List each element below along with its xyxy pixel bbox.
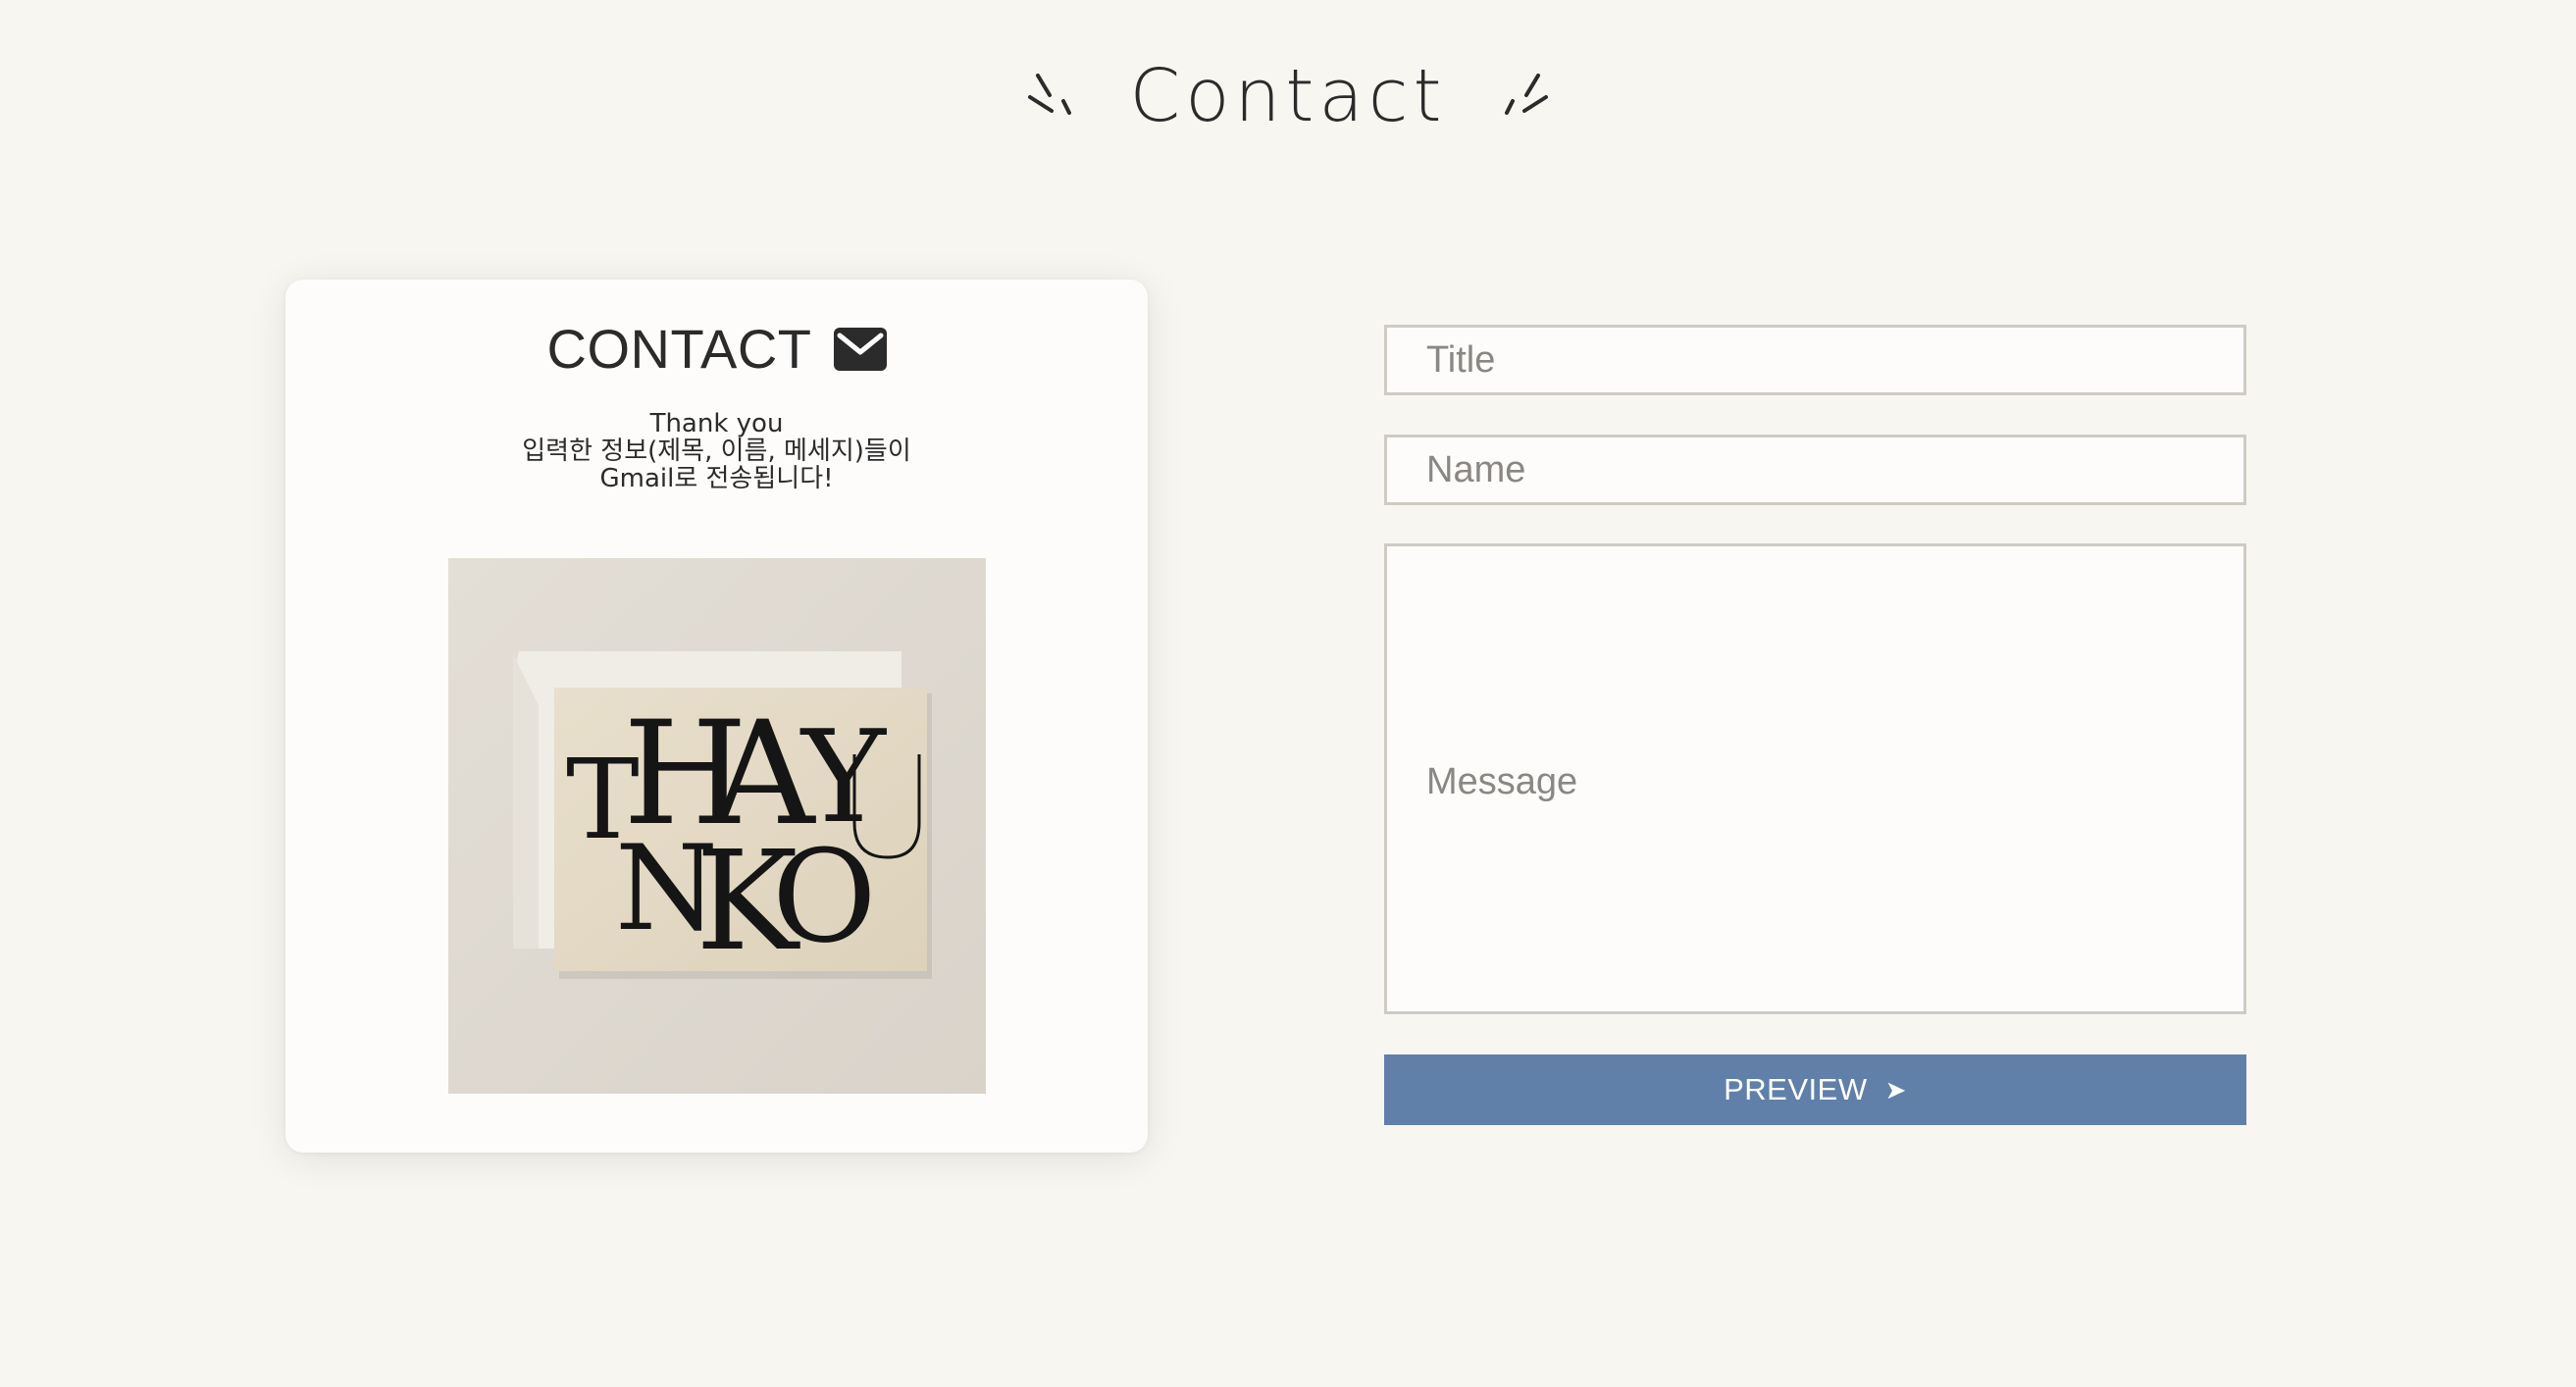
name-input[interactable]	[1384, 435, 2246, 505]
card-heading: CONTACT	[285, 317, 1148, 381]
preview-button[interactable]: PREVIEW ➤	[1384, 1054, 2246, 1125]
sparkle-right-icon	[1505, 74, 1549, 115]
thank-you-card-image: T H A Y N K O	[448, 558, 986, 1094]
page-heading: Contact	[0, 54, 2576, 138]
message-textarea[interactable]	[1384, 543, 2246, 1014]
sparkle-left-icon	[1027, 74, 1071, 115]
mail-icon	[833, 327, 887, 371]
page-title: Contact	[1129, 54, 1447, 138]
title-input[interactable]	[1384, 325, 2246, 395]
preview-button-label: PREVIEW	[1724, 1072, 1868, 1106]
card-message-line: Thank you	[649, 409, 784, 438]
card-message-line: Gmail로 전송됩니다!	[599, 464, 834, 493]
card-message-line: 입력한 정보(제목, 이름, 메세지)들이	[522, 437, 911, 466]
arrow-right-icon: ➤	[1884, 1074, 1907, 1104]
contact-info-card: CONTACT Thank you 입력한 정보(제목, 이름, 메세지)들이 …	[285, 280, 1148, 1153]
card-title: CONTACT	[546, 318, 812, 380]
card-message: Thank you 입력한 정보(제목, 이름, 메세지)들이 Gmail로 전…	[285, 410, 1148, 492]
